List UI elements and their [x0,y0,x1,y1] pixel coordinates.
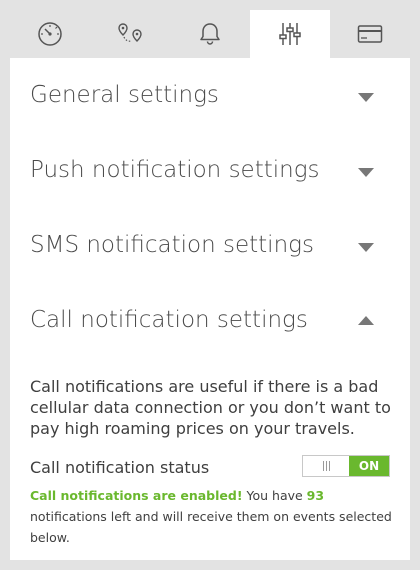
caret-down-icon [358,243,374,252]
speedometer-icon [38,22,62,46]
section-title: SMS notification settings [30,232,314,258]
enabled-message: Call notifications are enabled! [30,488,243,503]
call-status-toggle[interactable]: ON [302,455,390,477]
section-call-notification-settings[interactable]: Call notification settings [10,283,410,358]
settings-panel: General settings Push notification setti… [10,58,410,560]
toggle-on-label: ON [349,456,389,476]
section-title: General settings [30,82,219,108]
grip-icon [322,461,330,471]
route-icon [118,23,142,42]
section-title: Call notification settings [30,307,308,333]
section-general-settings[interactable]: General settings [10,58,410,133]
section-title: Push notification settings [30,157,320,183]
you-have-text: You have [242,488,307,503]
bell-icon [200,23,220,45]
credit-card-icon [357,25,383,43]
section-push-notification-settings[interactable]: Push notification settings [10,133,410,208]
section-sms-notification-settings[interactable]: SMS notification settings [10,208,410,283]
call-status-row: Call notification status ON [30,455,390,479]
call-description: Call notifications are useful if there i… [30,377,391,438]
tab-settings[interactable] [250,10,330,58]
notifications-count: 93 [306,488,325,503]
call-status-label: Call notification status [30,458,210,477]
call-status-note: Call notifications are enabled! You have… [30,485,400,548]
tab-notifications[interactable] [170,10,250,58]
caret-down-icon [358,93,374,102]
tab-dashboard[interactable] [10,10,90,58]
tab-routes[interactable] [90,10,170,58]
notifications-rest-text: notifications left and will receive them… [30,509,392,545]
tab-billing[interactable] [330,10,410,58]
sliders-icon [279,23,301,45]
caret-down-icon [358,168,374,177]
caret-up-icon [358,316,374,325]
toggle-handle[interactable] [303,456,349,476]
tab-bar [10,10,410,58]
